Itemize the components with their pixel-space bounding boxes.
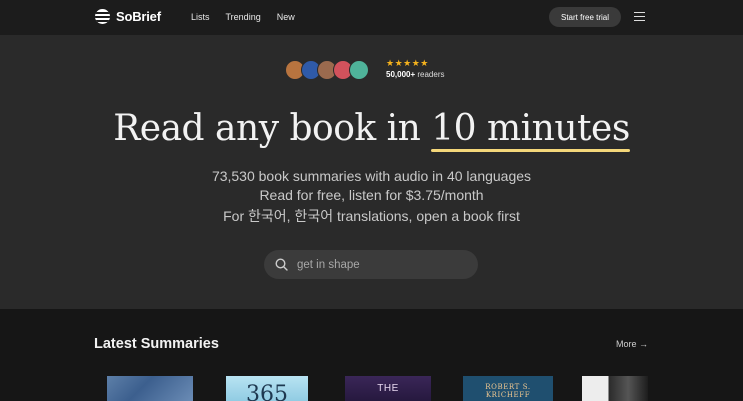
reader-avatars xyxy=(285,60,369,80)
hero-subtitle-line-1: 73,530 book summaries with audio in 40 l… xyxy=(211,168,532,184)
hero-headline: Read any book in 10 minutes xyxy=(113,108,630,152)
start-free-trial-button[interactable]: Start free trial xyxy=(549,7,621,27)
brand-logo[interactable]: SoBrief xyxy=(95,9,161,24)
latest-summaries-section: Latest Summaries More → 365 THE ROBERT S… xyxy=(0,309,743,401)
book-cover[interactable]: 365 xyxy=(226,376,308,401)
book-cover[interactable] xyxy=(582,376,648,401)
book-cover[interactable] xyxy=(107,376,193,401)
book-cover[interactable]: THE xyxy=(345,376,431,401)
nav-link-new[interactable]: New xyxy=(277,12,295,22)
book-cover[interactable]: ROBERT S. KRICHEFF xyxy=(463,376,553,401)
top-nav: SoBrief Lists Trending New Start free tr… xyxy=(0,0,743,35)
more-link[interactable]: More → xyxy=(616,339,648,349)
star-rating-icon: ★★★★★ xyxy=(386,58,429,68)
search-bar[interactable] xyxy=(264,250,478,279)
headline-highlight: 10 minutes xyxy=(431,108,630,152)
brand-name: SoBrief xyxy=(116,9,161,24)
logo-icon xyxy=(95,9,110,24)
hamburger-menu-icon[interactable] xyxy=(634,12,645,22)
section-title: Latest Summaries xyxy=(94,336,219,352)
nav-link-lists[interactable]: Lists xyxy=(191,12,210,22)
avatar xyxy=(349,60,369,80)
nav-links: Lists Trending New xyxy=(191,12,295,22)
nav-link-trending[interactable]: Trending xyxy=(226,12,261,22)
readers-count: 50,000+ readers xyxy=(386,70,445,79)
hero-subtitle-line-3: For 한국어, 한국어 translations, open a book f… xyxy=(223,208,520,224)
search-icon xyxy=(275,258,288,271)
search-input[interactable] xyxy=(297,258,467,271)
rating-block: ★★★★★ 50,000+ readers xyxy=(386,58,445,79)
hero-subtitle-line-2: Read for free, listen for $3.75/month xyxy=(259,187,484,203)
